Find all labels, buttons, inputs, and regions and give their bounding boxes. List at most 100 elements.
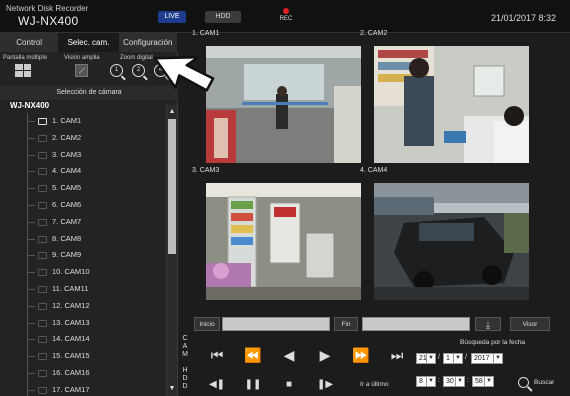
viewer-button[interactable]: Visor [510, 317, 550, 331]
camera-feed-label: 2. CAM2 [360, 30, 388, 37]
camera-grid: 1. CAM1 2. CAM2 3. CAM3 4. CAM4 [192, 30, 560, 309]
multi-screen-label: Pantalla múltiple [3, 55, 48, 61]
camera-tree-item[interactable]: 16. CAM16 [0, 364, 166, 382]
scrollbar-thumb[interactable] [168, 119, 176, 254]
scroll-up-icon[interactable]: ▲ [167, 107, 177, 117]
camera-tree-item[interactable]: 1. CAM1 [0, 113, 166, 130]
wide-view-group: Visión amplia [64, 55, 100, 77]
stop-icon[interactable]: ■ [278, 375, 300, 395]
skip-to-end-icon[interactable]: ⏭ [386, 345, 408, 365]
camera-icon [38, 134, 47, 142]
search-icon [518, 376, 529, 388]
fast-forward-icon[interactable]: ⏩ [350, 345, 372, 365]
end-button[interactable]: Fin [334, 317, 358, 331]
camera-icon [38, 185, 47, 193]
playback-controls: Inicio Fin ⤓ Visor C A M H D D ⏮ ⏪ ◀ ▶ ⏩… [182, 313, 570, 396]
camera-1-image[interactable] [206, 46, 361, 163]
pause-icon[interactable]: ❚❚ [242, 375, 264, 395]
rec-indicator: REC [276, 8, 296, 22]
camera-tree-item[interactable]: 2. CAM2 [0, 129, 166, 147]
camera-tree-item[interactable]: 7. CAM7 [0, 213, 166, 231]
camera-icon [38, 319, 47, 327]
camera-tree-item[interactable]: 5. CAM5 [0, 180, 166, 197]
camera-tree: 1. CAM1 2. CAM2 3. CAM3 4. CAM4 5. CAM5 … [0, 113, 166, 396]
product-name: Network Disk Recorder [6, 4, 89, 13]
tree-root-recorder[interactable]: WJ-NX400 [10, 100, 49, 112]
skip-to-start-icon[interactable]: ⏮ [206, 345, 228, 365]
tab-control[interactable]: Control [0, 33, 60, 52]
hour-select[interactable]: 8 ▼ [416, 376, 436, 387]
fast-rewind-icon[interactable]: ⏪ [242, 345, 264, 365]
camera-tree-item[interactable]: 11. CAM11 [0, 280, 166, 298]
wide-view-icon[interactable] [75, 64, 88, 77]
camera-icon [38, 386, 47, 394]
camera-4-image[interactable] [374, 183, 529, 300]
recorder-screen: Network Disk Recorder WJ-NX400 LIVE HDD … [0, 0, 570, 396]
day-select[interactable]: 21 ▼ [416, 353, 436, 364]
zoom-2x-icon[interactable]: 2 [132, 64, 145, 77]
camera-tree-item[interactable]: 14. CAM14 [0, 331, 166, 349]
camera-icon [38, 369, 47, 377]
live-button[interactable]: LIVE [158, 11, 186, 23]
camera-feed-label: 1. CAM1 [192, 30, 220, 37]
tab-camera-select[interactable]: Selec. cam. [59, 33, 119, 52]
chevron-down-icon: ▼ [455, 377, 464, 386]
camera-icon [38, 151, 47, 159]
camera-tree-item[interactable]: 13. CAM13 [0, 314, 166, 332]
mouse-pointer-icon [153, 55, 215, 92]
camera-icon [38, 252, 47, 260]
rec-label: REC [279, 16, 293, 22]
camera-feed-3[interactable]: 3. CAM3 [192, 167, 361, 300]
camera-icon [38, 235, 47, 243]
camera-3-image[interactable] [206, 183, 361, 300]
camera-tree-item[interactable]: 6. CAM6 [0, 196, 166, 214]
go-to-last-button[interactable]: Ir a último [360, 381, 389, 388]
camera-tree-item[interactable]: 3. CAM3 [0, 146, 166, 164]
search-button[interactable]: Buscar [518, 375, 554, 391]
second-select[interactable]: 58 ▼ [472, 376, 494, 387]
multi-screen-grid-icon[interactable] [15, 64, 31, 77]
play-icon[interactable]: ▶ [314, 345, 336, 365]
camera-tree-item[interactable]: 15. CAM15 [0, 348, 166, 365]
camera-tree-item[interactable]: 9. CAM9 [0, 247, 166, 265]
next-frame-icon[interactable]: ❚▶ [314, 375, 336, 395]
hdd-button[interactable]: HDD [205, 11, 241, 23]
start-button[interactable]: Inicio [194, 317, 220, 331]
top-bar: Network Disk Recorder WJ-NX400 LIVE HDD … [0, 0, 570, 33]
cam-section-label: C A M [182, 335, 188, 358]
datetime-display: 21/01/2017 8:32 [490, 13, 556, 23]
camera-icon [38, 269, 47, 277]
scroll-down-icon[interactable]: ▼ [167, 384, 177, 394]
camera-feed-2[interactable]: 2. CAM2 [360, 30, 529, 163]
playback-button-row: ⏮ ⏪ ◀ ▶ ⏩ ⏭ [206, 345, 408, 365]
model-name: WJ-NX400 [18, 14, 79, 28]
previous-frame-icon[interactable]: ◀❚ [206, 375, 228, 395]
date-separator: / [465, 354, 467, 361]
camera-feed-label: 3. CAM3 [192, 167, 220, 174]
reverse-play-icon[interactable]: ◀ [278, 345, 300, 365]
camera-tree-item[interactable]: 17. CAM17 [0, 381, 166, 396]
minute-select[interactable]: 30 ▼ [443, 376, 465, 387]
camera-tree-item[interactable]: 12. CAM12 [0, 297, 166, 315]
chevron-down-icon: ▼ [484, 377, 493, 386]
chevron-down-icon: ▼ [493, 354, 502, 363]
camera-feed-label: 4. CAM4 [360, 167, 388, 174]
camera-icon [38, 201, 47, 209]
end-time-field[interactable] [362, 317, 470, 331]
camera-list-scrollbar[interactable]: ▲ ▼ [166, 105, 177, 396]
camera-tree-item[interactable]: 10. CAM10 [0, 264, 166, 281]
wide-view-label: Visión amplia [64, 55, 100, 61]
frame-button-row: ◀❚ ❚❚ ■ ❚▶ [206, 375, 336, 395]
camera-tree-item[interactable]: 8. CAM8 [0, 230, 166, 248]
chevron-down-icon: ▼ [426, 377, 435, 386]
start-time-field[interactable] [222, 317, 330, 331]
camera-2-image[interactable] [374, 46, 529, 163]
rec-dot-icon [283, 8, 289, 14]
multi-screen-group: Pantalla múltiple [3, 55, 47, 77]
year-select[interactable]: 2017 ▼ [471, 353, 503, 364]
month-select[interactable]: 1 ▼ [443, 353, 463, 364]
zoom-1x-icon[interactable]: 1 [110, 64, 123, 77]
camera-tree-item[interactable]: 4. CAM4 [0, 163, 166, 181]
download-icon[interactable]: ⤓ [475, 317, 501, 331]
camera-feed-4[interactable]: 4. CAM4 [360, 167, 529, 300]
